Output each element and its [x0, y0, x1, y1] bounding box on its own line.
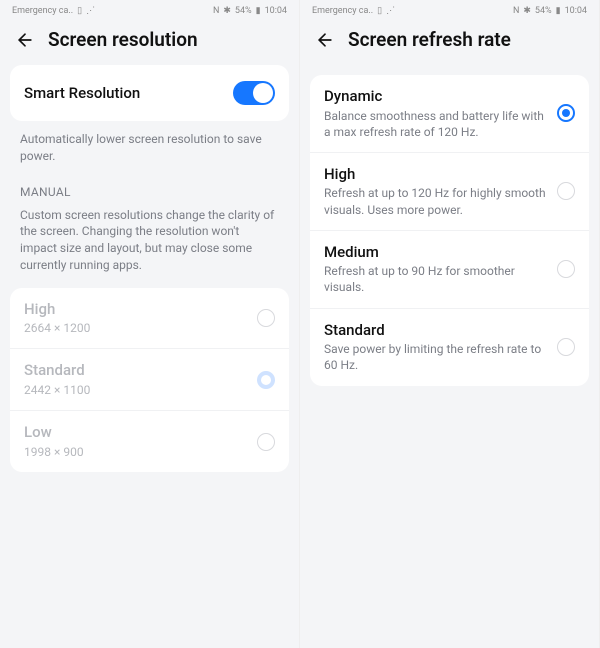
radio-icon-selected — [257, 371, 275, 389]
wifi-icon: ⋰ — [386, 6, 395, 16]
option-sub: 1998 × 900 — [24, 444, 247, 460]
smart-resolution-card: Smart Resolution — [10, 65, 289, 121]
option-title: Standard — [324, 321, 547, 341]
page-title: Screen refresh rate — [348, 28, 511, 51]
smart-resolution-desc: Automatically lower screen resolution to… — [0, 121, 299, 169]
radio-icon-selected — [557, 104, 575, 122]
refresh-options-card: Dynamic Balance smoothness and battery l… — [310, 75, 589, 386]
nfc-icon: N — [513, 6, 519, 16]
battery-percent: 54% — [535, 6, 552, 16]
option-title: Low — [24, 423, 247, 443]
option-title: Dynamic — [324, 87, 547, 107]
option-title: Medium — [324, 243, 547, 263]
back-button[interactable] — [314, 29, 336, 51]
back-button[interactable] — [14, 29, 36, 51]
option-title: Standard — [24, 361, 247, 381]
manual-desc: Custom screen resolutions change the cla… — [0, 203, 299, 278]
smart-resolution-switch[interactable] — [233, 81, 275, 105]
refresh-option-medium[interactable]: Medium Refresh at up to 90 Hz for smooth… — [310, 231, 589, 309]
option-sub: Save power by limiting the refresh rate … — [324, 341, 547, 373]
title-bar: Screen resolution — [0, 22, 299, 65]
bluetooth-icon: ✱ — [223, 6, 231, 16]
refresh-option-high[interactable]: High Refresh at up to 120 Hz for highly … — [310, 153, 589, 231]
manual-heading: MANUAL — [0, 169, 299, 203]
radio-icon — [257, 433, 275, 451]
option-title: High — [324, 165, 547, 185]
bluetooth-icon: ✱ — [523, 6, 531, 16]
title-bar: Screen refresh rate — [300, 22, 599, 65]
resolution-option-standard[interactable]: Standard 2442 × 1100 — [10, 349, 289, 411]
option-sub: 2664 × 1200 — [24, 320, 247, 336]
option-sub: Refresh at up to 90 Hz for smoother visu… — [324, 263, 547, 295]
option-sub: 2442 × 1100 — [24, 382, 247, 398]
resolution-option-high[interactable]: High 2664 × 1200 — [10, 288, 289, 350]
resolution-options-card: High 2664 × 1200 Standard 2442 × 1100 Lo… — [10, 288, 289, 472]
nfc-icon: N — [213, 6, 219, 16]
sim-icon: ▯ — [377, 6, 382, 16]
radio-icon — [257, 309, 275, 327]
clock: 10:04 — [565, 6, 587, 16]
battery-icon: ▮ — [256, 6, 261, 16]
sim-icon: ▯ — [77, 6, 82, 16]
status-network: Emergency ca.. — [312, 6, 373, 16]
wifi-icon: ⋰ — [86, 6, 95, 16]
option-sub: Refresh at up to 120 Hz for highly smoot… — [324, 185, 547, 217]
battery-percent: 54% — [235, 6, 252, 16]
battery-icon: ▮ — [556, 6, 561, 16]
status-network: Emergency ca.. — [12, 6, 73, 16]
page-title: Screen resolution — [48, 28, 198, 51]
radio-icon — [557, 338, 575, 356]
radio-icon — [557, 260, 575, 278]
screen-resolution-panel: Emergency ca.. ▯ ⋰ N ✱ 54% ▮ 10:04 Scree… — [0, 0, 300, 648]
refresh-option-standard[interactable]: Standard Save power by limiting the refr… — [310, 309, 589, 386]
radio-icon — [557, 182, 575, 200]
resolution-option-low[interactable]: Low 1998 × 900 — [10, 411, 289, 472]
switch-knob — [253, 83, 273, 103]
status-bar: Emergency ca.. ▯ ⋰ N ✱ 54% ▮ 10:04 — [0, 0, 299, 22]
status-bar: Emergency ca.. ▯ ⋰ N ✱ 54% ▮ 10:04 — [300, 0, 599, 22]
option-title: High — [24, 300, 247, 320]
smart-resolution-label: Smart Resolution — [24, 84, 140, 102]
smart-resolution-toggle-row[interactable]: Smart Resolution — [10, 65, 289, 121]
screen-refresh-panel: Emergency ca.. ▯ ⋰ N ✱ 54% ▮ 10:04 Scree… — [300, 0, 600, 648]
option-sub: Balance smoothness and battery life with… — [324, 108, 547, 140]
refresh-option-dynamic[interactable]: Dynamic Balance smoothness and battery l… — [310, 75, 589, 153]
clock: 10:04 — [265, 6, 287, 16]
